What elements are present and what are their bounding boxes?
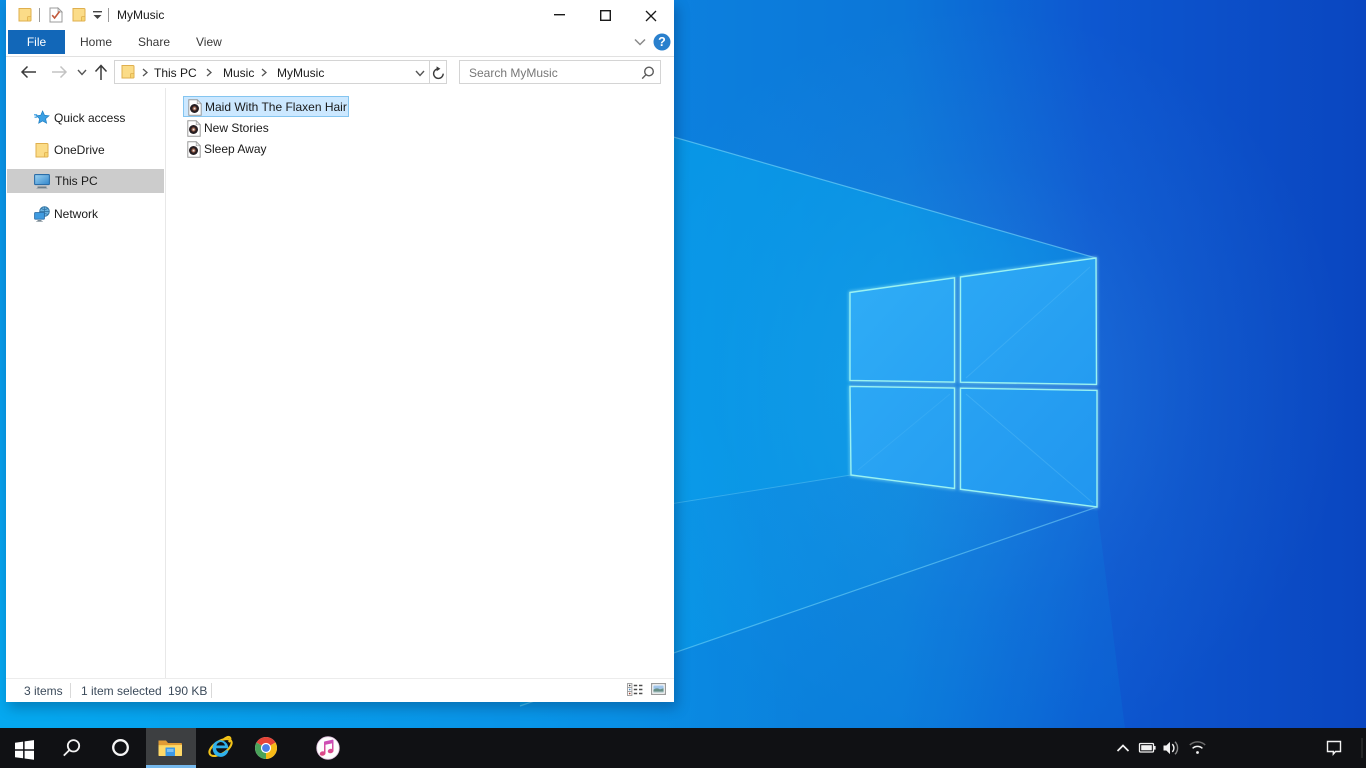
svg-text:?: ? xyxy=(658,35,666,49)
